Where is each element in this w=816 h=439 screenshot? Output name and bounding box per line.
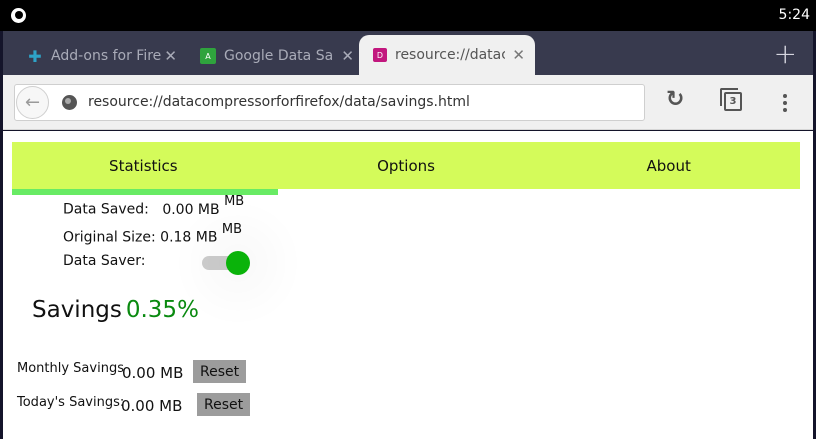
resource-favicon-icon: D <box>373 48 387 62</box>
close-icon[interactable]: ✕ <box>164 47 177 65</box>
tab-resource-active[interactable]: D resource://datacompressor ✕ <box>359 35 535 75</box>
todays-savings-label: Today's Savings: <box>17 395 125 410</box>
savings-label: Savings <box>32 297 122 323</box>
app-logo-icon <box>11 8 26 23</box>
original-size-unit: MB <box>221 222 243 237</box>
monthly-reset-button[interactable]: Reset <box>193 360 247 383</box>
nav-bar: Statistics Options About <box>12 142 800 195</box>
tab-title: resource://datacompressor <box>395 47 505 63</box>
tab-title: Add-ons for Firefox <box>51 48 161 64</box>
monthly-savings-label: Monthly Savings <box>17 361 124 376</box>
monthly-savings-value: 0.00 MB <box>122 364 184 382</box>
data-saved-unit: MB <box>224 194 245 209</box>
tab-title: Google Data Saver <box>224 48 332 64</box>
new-tab-icon[interactable]: + <box>774 37 797 70</box>
url-bar[interactable]: ← resource://datacompressorforfirefox/da… <box>14 84 645 121</box>
original-size-label: Original Size: <box>63 229 156 246</box>
reload-icon[interactable]: ↻ <box>666 89 684 111</box>
nav-tab-about[interactable]: About <box>537 142 800 189</box>
data-saver-favicon-icon: A <box>200 48 216 64</box>
page-content: Statistics Options About Data Saved: 0.0… <box>3 131 813 439</box>
back-arrow-icon[interactable]: ← <box>16 86 49 119</box>
tabs-count-icon[interactable]: 3 <box>720 88 742 111</box>
todays-savings-value: 0.00 MB <box>121 397 183 415</box>
original-size-value: 0.18 MB <box>160 229 218 246</box>
data-saved-label: Data Saved: <box>63 201 149 218</box>
nav-tab-options[interactable]: Options <box>275 142 538 189</box>
globe-icon <box>62 95 77 110</box>
data-saver-toggle[interactable] <box>202 251 250 275</box>
data-saver-label: Data Saver: <box>63 253 146 269</box>
url-text[interactable]: resource://datacompressorforfirefox/data… <box>88 94 470 110</box>
nav-tab-statistics[interactable]: Statistics <box>12 142 278 195</box>
puzzle-icon: ✚ <box>28 46 42 66</box>
original-size-row: Original Size: 0.18 MB MB <box>63 222 243 246</box>
overflow-menu-icon[interactable] <box>783 94 787 115</box>
status-time: 5:24 <box>778 7 810 23</box>
savings-summary: Savings 0.35% <box>32 297 199 323</box>
tab-addons[interactable]: ✚ Add-ons for Firefox ✕ <box>27 37 187 75</box>
tab-google-data-saver[interactable]: A Google Data Saver ✕ <box>200 37 364 75</box>
tab-strip: ✚ Add-ons for Firefox ✕ A Google Data Sa… <box>3 31 813 75</box>
close-icon[interactable]: ✕ <box>341 47 354 65</box>
today-reset-button[interactable]: Reset <box>197 393 251 416</box>
savings-percent: 0.35% <box>125 297 199 323</box>
data-saved-row: Data Saved: 0.00 MB MB <box>63 194 245 218</box>
status-bar: 5:24 <box>0 0 816 31</box>
close-icon[interactable]: ✕ <box>512 46 525 64</box>
browser-toolbar: ← resource://datacompressorforfirefox/da… <box>3 75 813 130</box>
data-saved-value: 0.00 MB <box>162 201 220 218</box>
toggle-knob[interactable] <box>226 251 250 275</box>
